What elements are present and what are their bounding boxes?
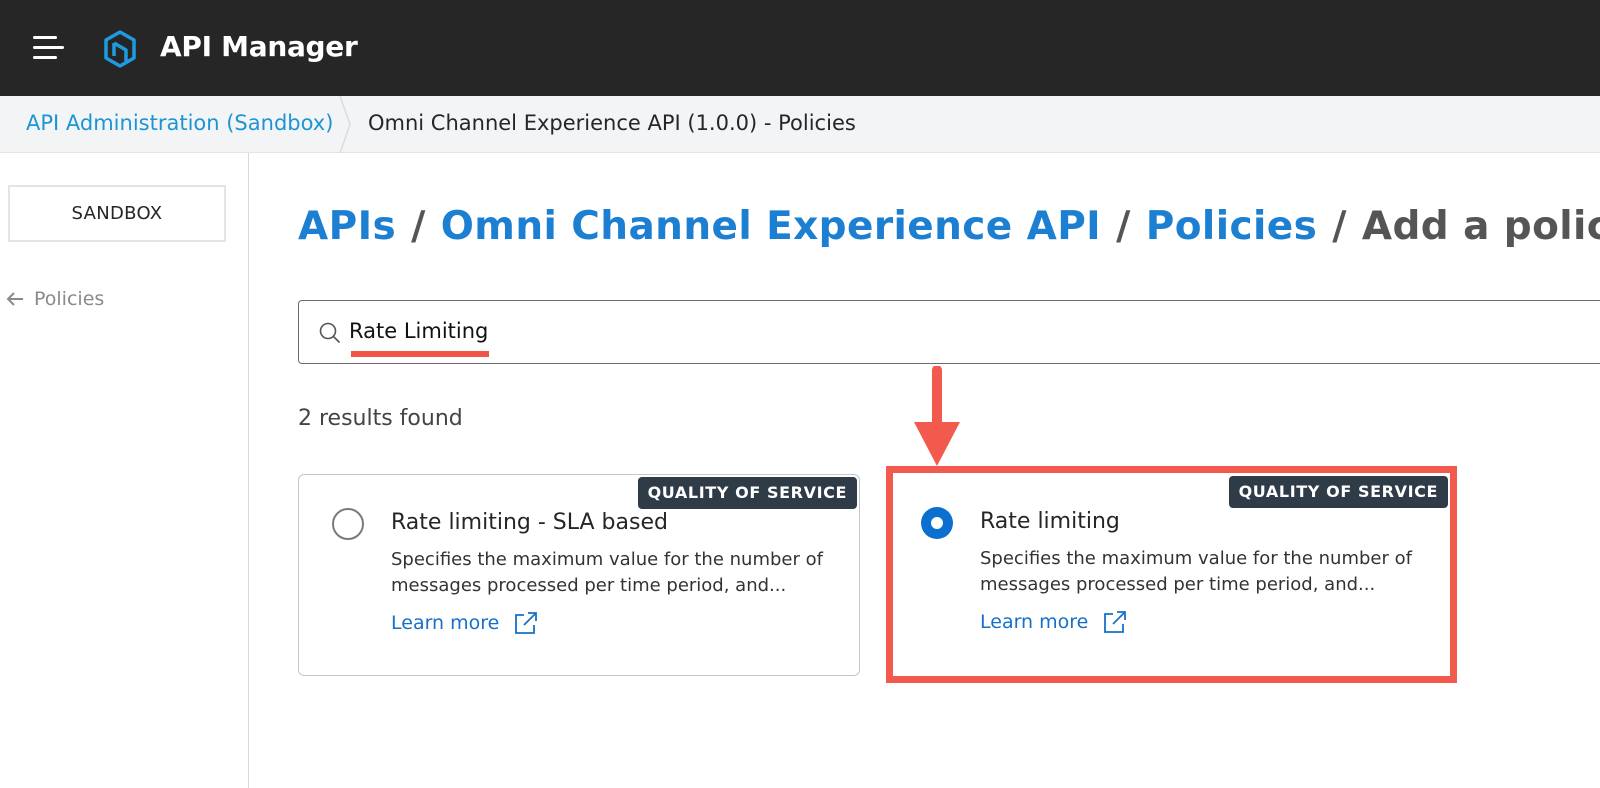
policy-description: Specifies the maximum value for the numb… [980, 548, 1412, 595]
top-navigation-bar: API Manager [0, 0, 1600, 96]
category-badge: QUALITY OF SERVICE [1228, 476, 1448, 508]
policy-title: Rate limiting - SLA based [391, 510, 668, 535]
policy-description: Specifies the maximum value for the numb… [391, 549, 823, 596]
external-link-icon [515, 612, 538, 634]
back-to-policies-link[interactable]: Policies [6, 288, 104, 310]
breadcrumb-chevron-icon [339, 96, 351, 153]
heading-separator: / [1116, 204, 1131, 249]
back-link-label: Policies [34, 288, 105, 310]
policy-card-rate-limiting-sla[interactable]: QUALITY OF SERVICE Rate limiting - SLA b… [298, 474, 860, 676]
page-title: APIs / Omni Channel Experience API / Policie… [298, 204, 1600, 249]
learn-more-link[interactable]: Learn more [391, 610, 539, 636]
search-value: Rate Limiting [349, 319, 489, 343]
api-manager-logo-icon [104, 30, 136, 68]
arrow-left-icon [6, 292, 23, 306]
heading-separator: / [1332, 204, 1347, 249]
heading-separator: / [411, 204, 426, 249]
policy-card-rate-limiting[interactable]: QUALITY OF SERVICE Rate limiting Specifi… [888, 474, 1450, 676]
search-icon [319, 322, 341, 344]
environment-selector[interactable]: SANDBOX [8, 185, 226, 242]
sidebar: SANDBOX Policies [0, 153, 249, 788]
learn-more-link[interactable]: Learn more [980, 609, 1128, 635]
category-badge: QUALITY OF SERVICE [637, 477, 857, 509]
external-link-icon [1104, 611, 1127, 633]
policy-radio-selected[interactable] [921, 507, 953, 539]
policy-radio[interactable] [332, 508, 364, 540]
app-title: API Manager [160, 30, 358, 63]
heading-current: Add a policy [1361, 204, 1600, 249]
breadcrumb-current: Omni Channel Experience API (1.0.0) - Po… [368, 111, 856, 135]
hamburger-menu-icon[interactable] [33, 34, 65, 62]
breadcrumb-link-api-administration[interactable]: API Administration (Sandbox) [26, 111, 333, 135]
heading-link-policies[interactable]: Policies [1146, 204, 1317, 249]
heading-link-api-name[interactable]: Omni Channel Experience API [441, 204, 1101, 249]
heading-link-apis[interactable]: APIs [298, 204, 396, 249]
breadcrumb: API Administration (Sandbox) Omni Channe… [0, 96, 1600, 153]
policy-title: Rate limiting [980, 509, 1120, 534]
search-highlight-underline [351, 351, 489, 357]
search-input[interactable]: Rate Limiting [298, 300, 1600, 364]
learn-more-label: Learn more [980, 611, 1089, 633]
arrow-down-icon [914, 366, 960, 466]
results-count: 2 results found [298, 406, 463, 431]
learn-more-label: Learn more [391, 612, 500, 634]
